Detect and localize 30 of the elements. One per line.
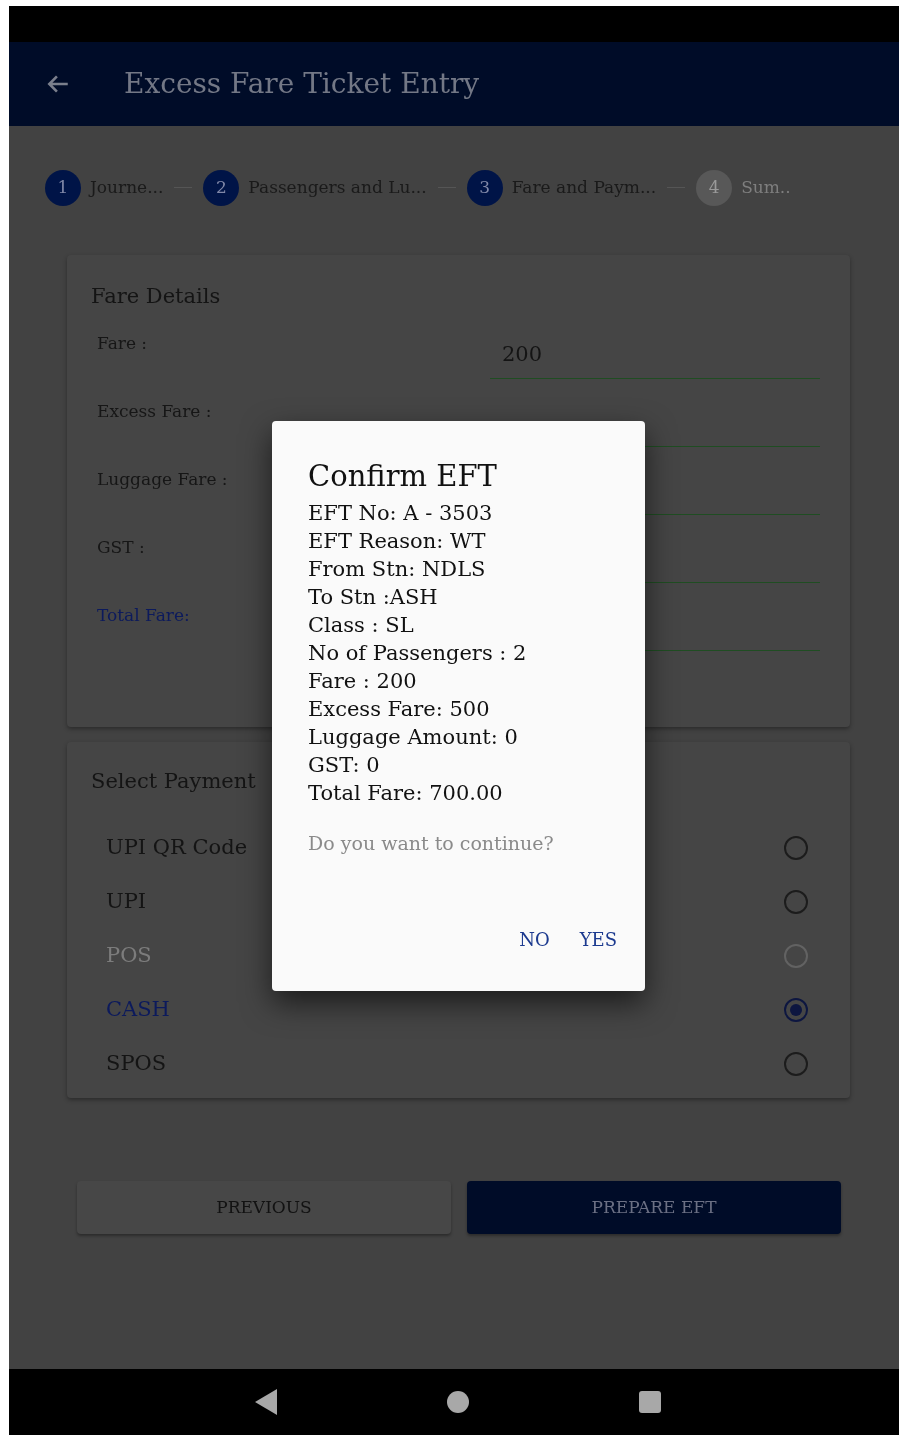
dialog-detail-line: EFT Reason: WT [308, 528, 487, 555]
dialog-detail-line: Excess Fare: 500 [308, 696, 491, 723]
home-icon[interactable] [447, 1391, 469, 1413]
payment-option[interactable]: CASH [106, 994, 170, 1026]
app-title: Excess Fare Ticket Entry [124, 66, 480, 102]
dialog-detail-line: From Stn: NDLS [308, 556, 487, 583]
dialog-detail-line: Fare : 200 [308, 668, 418, 695]
dialog-detail-line: No of Passengers : 2 [308, 640, 528, 667]
radio-button[interactable] [784, 998, 808, 1022]
radio-button[interactable] [784, 1052, 808, 1076]
recents-icon[interactable] [639, 1391, 661, 1413]
prepare-button[interactable]: PREPARE EFT [467, 1181, 841, 1234]
step-number: 2 [203, 169, 240, 206]
dialog-detail-line: Class : SL [308, 612, 415, 639]
radio-button[interactable] [784, 890, 808, 914]
dialog-detail-line: To Stn :ASH [308, 584, 439, 611]
dialog-title: Confirm EFT [308, 458, 498, 495]
radio-button[interactable] [784, 836, 808, 860]
back-icon[interactable] [255, 1389, 277, 1415]
step-number: 1 [45, 169, 81, 206]
dialog-detail-line: Luggage Amount: 0 [308, 724, 519, 751]
field-label: Total Fare: [97, 604, 190, 627]
step-number: 4 [696, 169, 733, 206]
dialog-detail-line: Total Fare: 700.00 [308, 780, 504, 807]
dialog-action-button[interactable]: NO [507, 919, 562, 960]
dialog-detail-line: GST: 0 [308, 752, 381, 779]
dialog-action-button[interactable]: YES [567, 919, 629, 960]
dialog-detail-line: EFT No: A - 3503 [308, 500, 494, 527]
step-number: 3 [466, 169, 503, 206]
dialog-question: Do you want to continue? [308, 831, 555, 856]
